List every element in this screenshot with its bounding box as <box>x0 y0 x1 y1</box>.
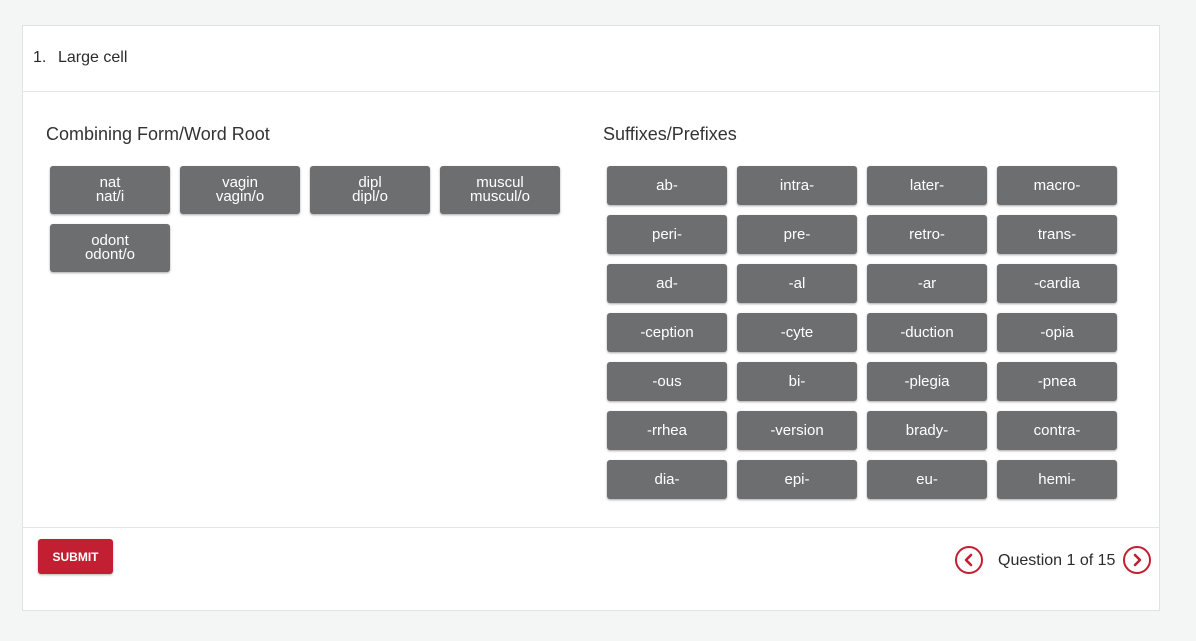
question-text: Large cell <box>58 49 128 66</box>
combining-form-chip[interactable]: dipl dipl/o <box>310 166 430 214</box>
affix-chip[interactable]: -rrhea <box>607 411 727 450</box>
affix-chip[interactable]: dia- <box>607 460 727 499</box>
affix-chip[interactable]: -duction <box>867 313 987 352</box>
affix-chip[interactable]: later- <box>867 166 987 205</box>
affix-chip[interactable]: -plegia <box>867 362 987 401</box>
affix-chip[interactable]: ad- <box>607 264 727 303</box>
suffixes-prefixes-heading: Suffixes/Prefixes <box>603 124 737 144</box>
affix-chip[interactable]: -pnea <box>997 362 1117 401</box>
submit-button[interactable]: SUBMIT <box>38 539 113 574</box>
affix-chip[interactable]: contra- <box>997 411 1117 450</box>
question-number: 1. <box>33 49 47 66</box>
chevron-left-icon <box>964 553 973 567</box>
affix-chip[interactable]: hemi- <box>997 460 1117 499</box>
affix-chip[interactable]: pre- <box>737 215 857 254</box>
question-footer: SUBMIT Question 1 of 15 <box>23 527 1159 610</box>
affix-chip[interactable]: -version <box>737 411 857 450</box>
affix-chip[interactable]: retro- <box>867 215 987 254</box>
chevron-right-icon <box>1133 553 1142 567</box>
affix-chip[interactable]: -al <box>737 264 857 303</box>
combining-form-chip[interactable]: nat nat/i <box>50 166 170 214</box>
affix-chip[interactable]: trans- <box>997 215 1117 254</box>
affix-chip[interactable]: -ception <box>607 313 727 352</box>
previous-question-button[interactable] <box>955 546 983 574</box>
affix-chip[interactable]: -cardia <box>997 264 1117 303</box>
chip-form-label: vagin/o <box>215 188 265 205</box>
affix-chip[interactable]: intra- <box>737 166 857 205</box>
affix-chip[interactable]: bi- <box>737 362 857 401</box>
combining-form-heading: Combining Form/Word Root <box>46 124 270 144</box>
chip-form-label: nat/i <box>95 188 125 205</box>
affix-chip[interactable]: ab- <box>607 166 727 205</box>
question-header: 1. Large cell <box>23 26 1159 92</box>
combining-form-chip[interactable]: vagin vagin/o <box>180 166 300 214</box>
question-counter: Question 1 of 15 <box>998 552 1116 569</box>
chip-form-label: odont/o <box>84 246 136 263</box>
question-card: 1. Large cell Combining Form/Word Root n… <box>22 25 1160 611</box>
affix-chip[interactable]: peri- <box>607 215 727 254</box>
chip-form-label: muscul/o <box>469 188 531 205</box>
chip-form-label: dipl/o <box>352 188 388 205</box>
affix-chip[interactable]: brady- <box>867 411 987 450</box>
combining-form-chip[interactable]: muscul muscul/o <box>440 166 560 214</box>
next-question-button[interactable] <box>1123 546 1151 574</box>
affix-chip[interactable]: epi- <box>737 460 857 499</box>
affix-chip[interactable]: -opia <box>997 313 1117 352</box>
combining-form-chip[interactable]: odont odont/o <box>50 224 170 272</box>
affix-chip[interactable]: -ous <box>607 362 727 401</box>
affix-chip[interactable]: macro- <box>997 166 1117 205</box>
affix-chip[interactable]: eu- <box>867 460 987 499</box>
affix-chip[interactable]: -ar <box>867 264 987 303</box>
affix-chip[interactable]: -cyte <box>737 313 857 352</box>
